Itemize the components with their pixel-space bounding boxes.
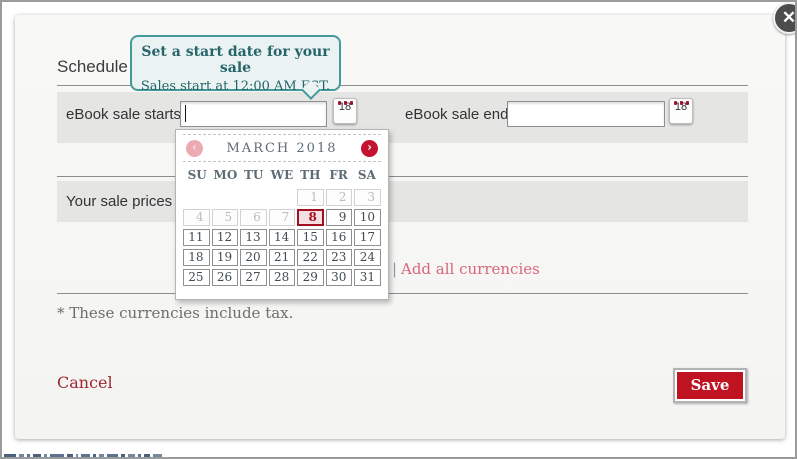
day-header: FR [324, 168, 352, 182]
sale-starts-label: eBook sale starts [66, 106, 181, 123]
day-header: SU [183, 168, 211, 182]
calendar-day[interactable]: 18 [183, 249, 210, 266]
calendar-day[interactable]: 17 [354, 229, 381, 246]
sale-prices-title: Your sale prices [66, 193, 172, 210]
calendar-day[interactable]: 9 [326, 209, 353, 226]
calendar-picker-icon-start[interactable]: 18 [333, 98, 357, 124]
calendar-day[interactable]: 11 [183, 229, 210, 246]
day-header: TU [240, 168, 268, 182]
day-header: WE [268, 168, 296, 182]
calendar-day: 6 [240, 209, 267, 226]
calendar-day[interactable]: 13 [240, 229, 267, 246]
calendar-day[interactable]: 25 [183, 269, 210, 286]
calendar-day: 4 [183, 209, 210, 226]
calendar-day[interactable]: 24 [354, 249, 381, 266]
day-header: MO [211, 168, 239, 182]
start-date-tooltip: Set a start date for your sale Sales sta… [130, 35, 341, 91]
calendar-day[interactable]: 20 [240, 249, 267, 266]
calendar-day-empty [183, 189, 210, 206]
calendar-day[interactable]: 31 [354, 269, 381, 286]
next-month-icon[interactable]: › [361, 140, 378, 157]
calendar-picker-icon-end[interactable]: 18 [669, 98, 693, 124]
calendar-day[interactable]: 19 [212, 249, 239, 266]
add-all-currencies-link[interactable]: Add all currencies [401, 260, 540, 278]
close-icon[interactable]: ✕ [773, 2, 797, 34]
text-cursor [185, 105, 186, 122]
calendar-day[interactable]: 15 [297, 229, 324, 246]
calendar-day-empty [240, 189, 267, 206]
date-picker-popup: ‹ MARCH 2018 › SUMOTUWETHFRSA 1234567891… [175, 129, 389, 300]
currency-separator: | [392, 260, 397, 278]
calendar-day[interactable]: 16 [326, 229, 353, 246]
calendar-day[interactable]: 29 [297, 269, 324, 286]
calendar-grid: 1234567891011121314151617181920212223242… [183, 189, 381, 286]
schedule-sale-modal: Schedule eBook sale starts 18 eBook sale… [0, 0, 797, 459]
calendar-day[interactable]: 10 [354, 209, 381, 226]
calendar-day-empty [212, 189, 239, 206]
calendar-day: 7 [269, 209, 296, 226]
calendar-day: 3 [354, 189, 381, 206]
cancel-link[interactable]: Cancel [57, 373, 113, 392]
calendar-day-headers: SUMOTUWETHFRSA [183, 168, 381, 182]
divider [57, 176, 748, 177]
schedule-section-title: Schedule [57, 57, 128, 77]
sale-starts-input[interactable] [180, 101, 327, 127]
calendar-day-selected[interactable]: 8 [297, 209, 324, 226]
tax-note: * These currencies include tax. [57, 304, 293, 322]
calendar-day: 5 [212, 209, 239, 226]
day-header: TH [296, 168, 324, 182]
tooltip-title: Set a start date for your sale [132, 44, 339, 76]
divider [57, 293, 748, 294]
calendar-day[interactable]: 26 [212, 269, 239, 286]
month-label: MARCH 2018 [227, 141, 338, 156]
calendar-day: 2 [326, 189, 353, 206]
calendar-day[interactable]: 30 [326, 269, 353, 286]
save-button[interactable]: Save [673, 368, 747, 403]
calendar-day[interactable]: 22 [297, 249, 324, 266]
calendar-day[interactable]: 12 [212, 229, 239, 246]
calendar-day[interactable]: 23 [326, 249, 353, 266]
calendar-day-empty [269, 189, 296, 206]
calendar-day[interactable]: 28 [269, 269, 296, 286]
clipped-background-text [4, 454, 204, 459]
day-header: SA [353, 168, 381, 182]
sale-ends-input[interactable] [507, 101, 665, 127]
calendar-day[interactable]: 27 [240, 269, 267, 286]
calendar-day: 1 [297, 189, 324, 206]
calendar-header: ‹ MARCH 2018 › [183, 134, 381, 162]
prev-month-icon[interactable]: ‹ [186, 140, 203, 157]
calendar-day[interactable]: 14 [269, 229, 296, 246]
calendar-day[interactable]: 21 [269, 249, 296, 266]
sale-ends-label: eBook sale ends [405, 106, 516, 123]
